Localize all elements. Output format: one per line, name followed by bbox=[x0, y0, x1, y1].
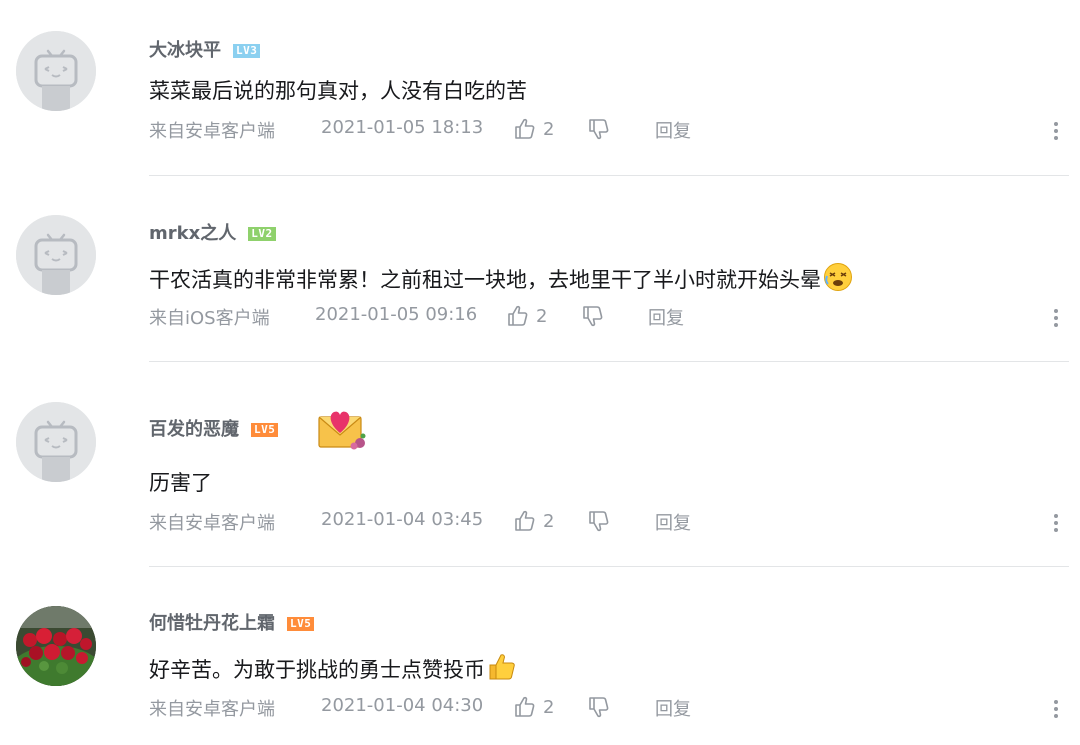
comment-source: 来自安卓客户端 bbox=[149, 699, 275, 720]
dizzy-face-emoji-icon bbox=[824, 263, 852, 291]
thumbs-down-icon bbox=[589, 697, 609, 718]
like-count: 2 bbox=[543, 510, 555, 532]
avatar[interactable] bbox=[16, 606, 96, 686]
more-options-icon[interactable] bbox=[1046, 695, 1066, 723]
comment-text: 好辛苦。为敢于挑战的勇士点赞投币 bbox=[149, 652, 517, 684]
thumbs-down-icon bbox=[589, 119, 609, 140]
reply-button[interactable]: 回复 bbox=[648, 304, 684, 330]
thumbs-up-icon bbox=[515, 510, 535, 531]
comment-source: 来自iOS客户端 bbox=[149, 308, 270, 329]
comment-text: 干农活真的非常非常累！之前租过一块地，去地里干了半小时就开始头晕 bbox=[149, 262, 853, 294]
username[interactable]: mrkx之人 LV2 bbox=[149, 219, 276, 245]
like-count: 2 bbox=[543, 696, 555, 718]
comment-time: 2021-01-05 09:16 bbox=[315, 304, 478, 325]
comment-meta: 来自安卓客户端 2021-01-04 04:30 2 回复 bbox=[149, 695, 1080, 723]
divider bbox=[149, 566, 1069, 567]
more-options-icon[interactable] bbox=[1046, 509, 1066, 537]
love-letter-sticker-icon bbox=[318, 411, 366, 450]
divider bbox=[149, 361, 1069, 362]
comment-meta: 来自iOS客户端 2021-01-05 09:16 2 回复 bbox=[149, 304, 1080, 332]
username-text[interactable]: 大冰块平 bbox=[149, 40, 221, 61]
comment-time: 2021-01-04 03:45 bbox=[321, 509, 484, 530]
thumbs-up-icon bbox=[515, 118, 535, 139]
like-button[interactable]: 2 bbox=[513, 117, 554, 141]
comment-text-content: 干农活真的非常非常累！之前租过一块地，去地里干了半小时就开始头晕 bbox=[149, 268, 821, 292]
dislike-button[interactable] bbox=[581, 304, 605, 328]
reply-button[interactable]: 回复 bbox=[655, 695, 691, 721]
comment-text: 历害了 bbox=[149, 471, 212, 495]
thumbs-up-icon bbox=[515, 696, 535, 717]
comment-source: 来自安卓客户端 bbox=[149, 121, 275, 142]
like-button[interactable]: 2 bbox=[506, 304, 547, 328]
username-text[interactable]: 何惜牡丹花上霜 bbox=[149, 613, 275, 634]
username[interactable]: 大冰块平 LV3 bbox=[149, 36, 261, 62]
comment-text: 菜菜最后说的那句真对，人没有白吃的苦 bbox=[149, 79, 527, 103]
comment-source: 来自安卓客户端 bbox=[149, 513, 275, 534]
level-badge: LV5 bbox=[287, 617, 315, 631]
avatar[interactable] bbox=[16, 215, 96, 295]
comment-meta: 来自安卓客户端 2021-01-05 18:13 2 回复 bbox=[149, 117, 1080, 145]
thumbs-down-icon bbox=[589, 511, 609, 532]
tv-mascot-icon bbox=[16, 215, 96, 295]
comment-list: 大冰块平 LV3 菜菜最后说的那句真对，人没有白吃的苦 来自安卓客户端 2021-… bbox=[0, 0, 1080, 745]
comment-time: 2021-01-04 04:30 bbox=[321, 695, 484, 716]
reply-button[interactable]: 回复 bbox=[655, 509, 691, 535]
thumbs-down-icon bbox=[583, 306, 603, 327]
like-count: 2 bbox=[536, 305, 548, 327]
comment-time: 2021-01-05 18:13 bbox=[321, 117, 484, 138]
username-text[interactable]: 百发的恶魔 bbox=[149, 419, 239, 440]
comment-meta: 来自安卓客户端 2021-01-04 03:45 2 回复 bbox=[149, 509, 1080, 537]
level-badge: LV5 bbox=[251, 423, 279, 437]
comment-text-content: 好辛苦。为敢于挑战的勇士点赞投币 bbox=[149, 658, 485, 682]
divider bbox=[149, 175, 1069, 176]
dislike-button[interactable] bbox=[587, 509, 611, 533]
username[interactable]: 百发的恶魔 LV5 bbox=[149, 415, 279, 441]
avatar[interactable] bbox=[16, 31, 96, 111]
level-badge: LV3 bbox=[233, 44, 261, 58]
like-button[interactable]: 2 bbox=[513, 509, 554, 533]
dislike-button[interactable] bbox=[587, 695, 611, 719]
red-flowers-photo-icon bbox=[16, 606, 96, 686]
like-count: 2 bbox=[543, 118, 555, 140]
tv-mascot-icon bbox=[16, 402, 96, 482]
level-badge: LV2 bbox=[248, 227, 276, 241]
reply-button[interactable]: 回复 bbox=[655, 117, 691, 143]
avatar[interactable] bbox=[16, 402, 96, 482]
dislike-button[interactable] bbox=[587, 117, 611, 141]
thumbs-up-emoji-icon bbox=[489, 654, 515, 680]
thumbs-up-icon bbox=[508, 305, 528, 326]
more-options-icon[interactable] bbox=[1046, 117, 1066, 145]
tv-mascot-icon bbox=[16, 31, 96, 111]
username-text[interactable]: mrkx之人 bbox=[149, 223, 236, 244]
like-button[interactable]: 2 bbox=[513, 695, 554, 719]
username[interactable]: 何惜牡丹花上霜 LV5 bbox=[149, 609, 315, 635]
more-options-icon[interactable] bbox=[1046, 304, 1066, 332]
